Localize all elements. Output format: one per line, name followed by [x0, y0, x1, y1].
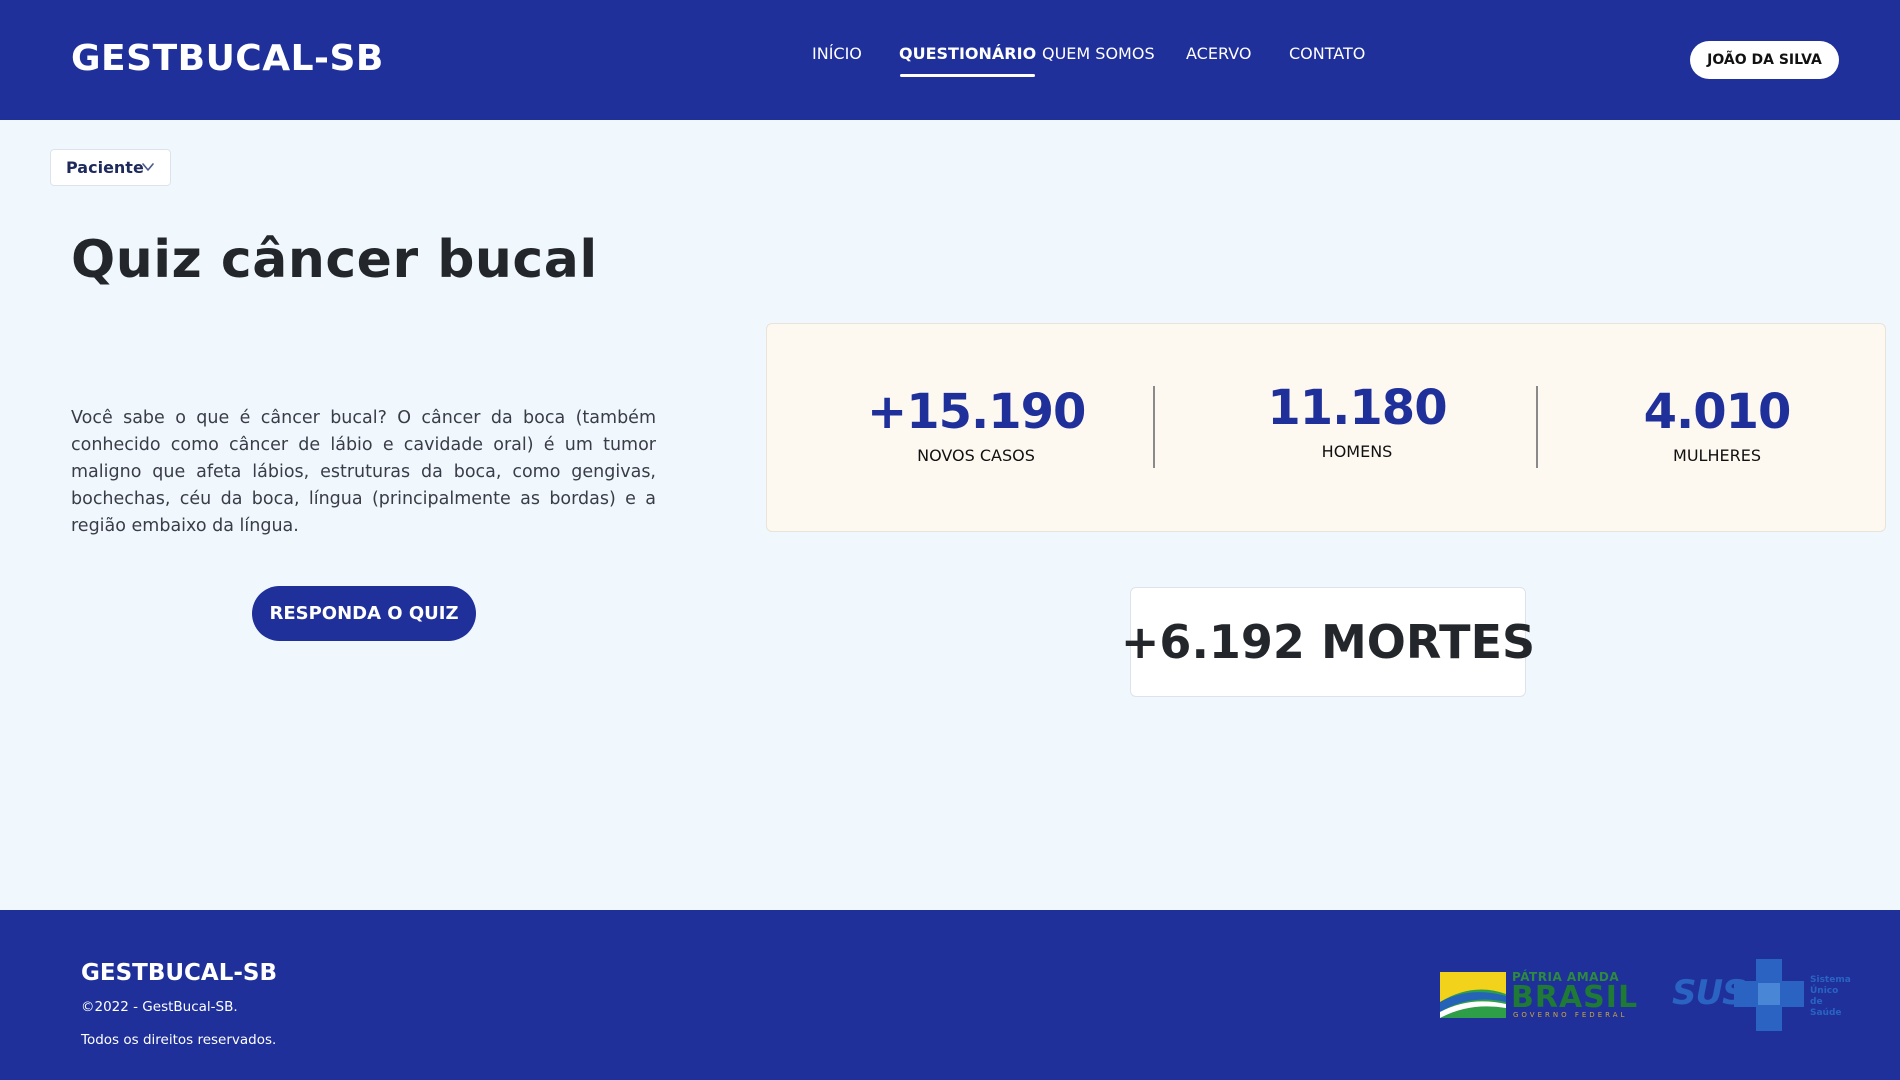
- stats-card: +15.190 NOVOS CASOS 11.180 HOMENS 4.010 …: [766, 323, 1886, 532]
- nav-item-label: CONTATO: [1289, 44, 1366, 63]
- stat-homens: 11.180 HOMENS: [1227, 380, 1487, 461]
- sus-cross-icon: [1734, 959, 1804, 1031]
- stat-label: HOMENS: [1321, 442, 1393, 461]
- start-quiz-button[interactable]: RESPONDA O QUIZ: [252, 586, 476, 641]
- nav-item-inicio[interactable]: INÍCIO: [812, 44, 862, 63]
- sus-subtitle-line: Único: [1810, 986, 1839, 996]
- stat-value: 4.010: [1643, 384, 1792, 440]
- footer-rights: Todos os direitos reservados.: [81, 1032, 277, 1048]
- sus-logo-subtitle: Sistema Único de Saúde: [1810, 975, 1852, 1019]
- stat-divider: [1536, 386, 1538, 468]
- sus-logo: SUS Sistema Único de Saúde: [1672, 959, 1852, 1033]
- user-account-button[interactable]: JOÃO DA SILVA: [1690, 41, 1839, 79]
- nav-item-questionario[interactable]: QUESTIONÁRIO: [899, 44, 1037, 77]
- gov-logo-line2: BRASIL: [1511, 980, 1639, 1015]
- stat-value: +15.190: [867, 384, 1086, 440]
- active-nav-underline: [900, 74, 1036, 77]
- deaths-value: +6.192 MORTES: [1120, 615, 1536, 669]
- stat-divider: [1153, 386, 1155, 468]
- stat-label: MULHERES: [1673, 446, 1761, 465]
- footer-logo: GESTBUCAL-SB: [81, 960, 278, 986]
- nav-item-quem-somos[interactable]: QUEM SOMOS: [1042, 44, 1155, 63]
- quiz-description: Você sabe o que é câncer bucal? O câncer…: [71, 408, 656, 536]
- site-header: GESTBUCAL-SB INÍCIO QUESTIONÁRIO QUEM SO…: [0, 0, 1900, 120]
- sus-subtitle-line: de Saúde: [1810, 997, 1842, 1018]
- footer-copyright: ©2022 - GestBucal-SB.: [81, 999, 238, 1015]
- page-title: Quiz câncer bucal: [71, 230, 598, 290]
- nav-item-contato[interactable]: CONTATO: [1289, 44, 1365, 63]
- chevron-down-icon: [142, 163, 154, 171]
- sus-subtitle-line: Sistema: [1810, 975, 1851, 985]
- stat-novos-casos: +15.190 NOVOS CASOS: [867, 384, 1086, 465]
- stat-value: 11.180: [1267, 380, 1447, 436]
- nav-item-label: INÍCIO: [812, 44, 862, 63]
- governo-federal-logo: PÁTRIA AMADA BRASIL GOVERNO FEDERAL: [1440, 970, 1637, 1022]
- main-nav: INÍCIO QUESTIONÁRIO QUEM SOMOS ACERVO CO…: [0, 44, 1900, 84]
- nav-item-label: QUEM SOMOS: [1042, 44, 1155, 63]
- nav-item-label: QUESTIONÁRIO: [899, 44, 1037, 63]
- stat-mulheres: 4.010 MULHERES: [1607, 384, 1827, 465]
- gov-logo-line3: GOVERNO FEDERAL: [1513, 1011, 1628, 1019]
- nav-item-label: ACERVO: [1186, 44, 1252, 63]
- deaths-card: +6.192 MORTES: [1121, 587, 1535, 697]
- role-select-value: Paciente: [66, 158, 144, 177]
- site-footer: GESTBUCAL-SB ©2022 - GestBucal-SB. Todos…: [0, 910, 1900, 1080]
- stat-label: NOVOS CASOS: [917, 446, 1035, 465]
- nav-item-acervo[interactable]: ACERVO: [1186, 44, 1251, 63]
- role-select[interactable]: Paciente: [50, 149, 171, 186]
- brazil-flag-icon: [1440, 972, 1506, 1018]
